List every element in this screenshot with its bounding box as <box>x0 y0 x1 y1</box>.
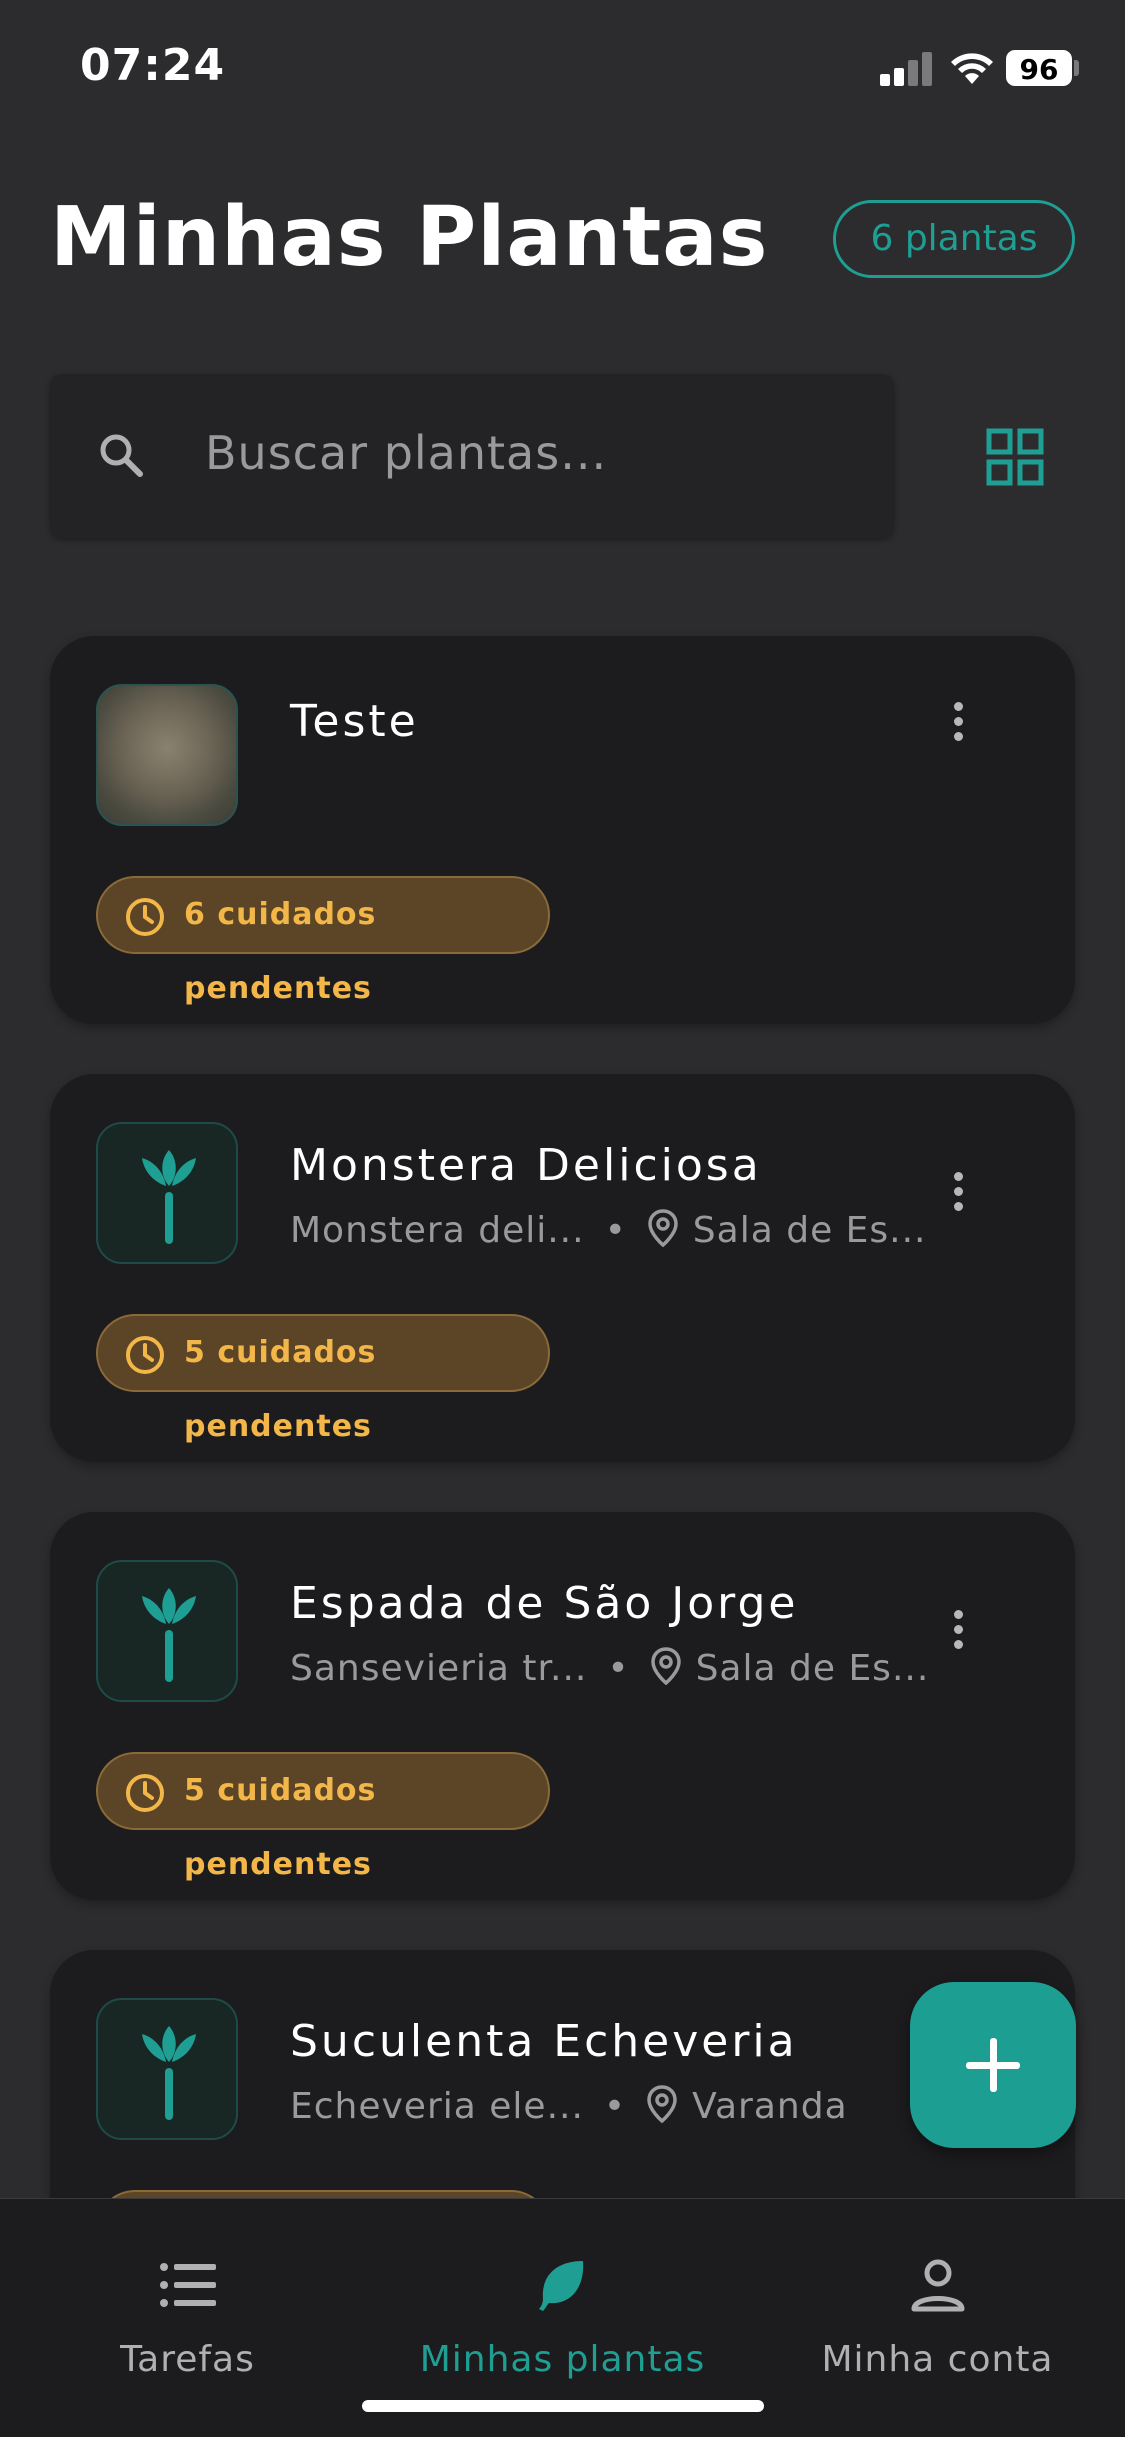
nav-item-minha-conta[interactable]: Minha conta <box>750 2199 1125 2437</box>
plant-name: Suculenta Echeveria <box>290 2016 798 2067</box>
plant-scientific-name: Sansevieria tr... <box>290 1648 588 1689</box>
plant-name: Monstera Deliciosa <box>290 1140 762 1191</box>
clock-icon <box>126 898 164 936</box>
plant-scientific-name: Echeveria ele... <box>290 2086 584 2127</box>
pending-care-label: 6 cuidados pendentes <box>184 897 377 1006</box>
clock-icon <box>126 1774 164 1812</box>
search-icon <box>100 434 143 477</box>
clock-icon <box>126 1336 164 1374</box>
plant-location: Sala de Es... <box>695 1648 930 1689</box>
more-options-icon[interactable] <box>950 1172 966 1222</box>
status-bar: 07:24 96 <box>0 0 1125 140</box>
page-title: Minhas Plantas <box>50 190 769 285</box>
plant-location: Sala de Es... <box>692 1210 927 1251</box>
plant-name: Espada de São Jorge <box>290 1578 799 1629</box>
search-input[interactable]: Buscar plantas... <box>205 426 607 480</box>
separator-dot: • <box>607 1648 630 1689</box>
pending-care-badge: 5 cuidados pendentes <box>96 1752 550 1882</box>
separator-dot: • <box>603 2086 627 2127</box>
plant-card[interactable]: Espada de São Jorge Sansevieria tr... • Sa… <box>50 1512 1075 1900</box>
search-bar[interactable]: Buscar plantas... <box>50 374 894 538</box>
plant-icon <box>142 1588 196 1682</box>
location-pin-icon <box>648 1209 678 1248</box>
plant-count-badge: 6 plantas <box>833 200 1075 278</box>
plant-scientific-name: Monstera deli... <box>290 1210 585 1251</box>
plant-details: Sansevieria tr... • Sala de Es... <box>290 1646 929 1689</box>
more-options-icon[interactable] <box>950 1610 966 1660</box>
home-indicator <box>362 2400 764 2412</box>
plant-location: Varanda <box>692 2086 848 2127</box>
plant-thumbnail <box>96 1998 238 2140</box>
separator-dot: • <box>604 1210 627 1251</box>
plant-icon <box>142 1150 196 1244</box>
plant-photo <box>96 684 238 826</box>
person-icon <box>911 2259 965 2312</box>
plant-card[interactable]: Teste 6 cuidados pendentes <box>50 636 1075 1024</box>
plant-name: Teste <box>290 696 419 747</box>
plant-details: Monstera deli... • Sala de Es... <box>290 1208 927 1251</box>
status-time: 07:24 <box>80 40 226 91</box>
location-pin-icon <box>650 1647 681 1686</box>
nav-item-tarefas[interactable]: Tarefas <box>0 2199 375 2437</box>
list-icon <box>160 2263 216 2307</box>
pending-care-badge: 6 cuidados pendentes <box>96 876 550 1006</box>
plant-details: Echeveria ele... • Varanda <box>290 2084 848 2127</box>
more-options-icon[interactable] <box>950 702 966 752</box>
grid-view-icon[interactable] <box>986 428 1044 486</box>
nav-label: Minhas plantas <box>419 2339 706 2380</box>
plant-card[interactable]: Monstera Deliciosa Monstera deli... • Sala… <box>50 1074 1075 1462</box>
pending-care-badge: 5 cuidados pendentes <box>96 1314 550 1444</box>
wifi-icon <box>951 53 993 84</box>
nav-label: Minha conta <box>821 2339 1054 2380</box>
pending-care-label: 5 cuidados pendentes <box>184 1335 377 1444</box>
battery-tip <box>1074 60 1079 76</box>
plant-thumbnail <box>96 1122 238 1264</box>
add-plant-button[interactable] <box>910 1982 1076 2148</box>
pending-care-label: 5 cuidados pendentes <box>184 1773 377 1882</box>
plant-icon <box>142 2026 196 2120</box>
battery-indicator: 96 <box>1006 50 1072 86</box>
location-pin-icon <box>647 2085 677 2124</box>
nav-label: Tarefas <box>120 2339 255 2380</box>
leaf-icon <box>539 2261 584 2311</box>
cellular-signal-icon <box>880 50 936 86</box>
plant-thumbnail <box>96 1560 238 1702</box>
